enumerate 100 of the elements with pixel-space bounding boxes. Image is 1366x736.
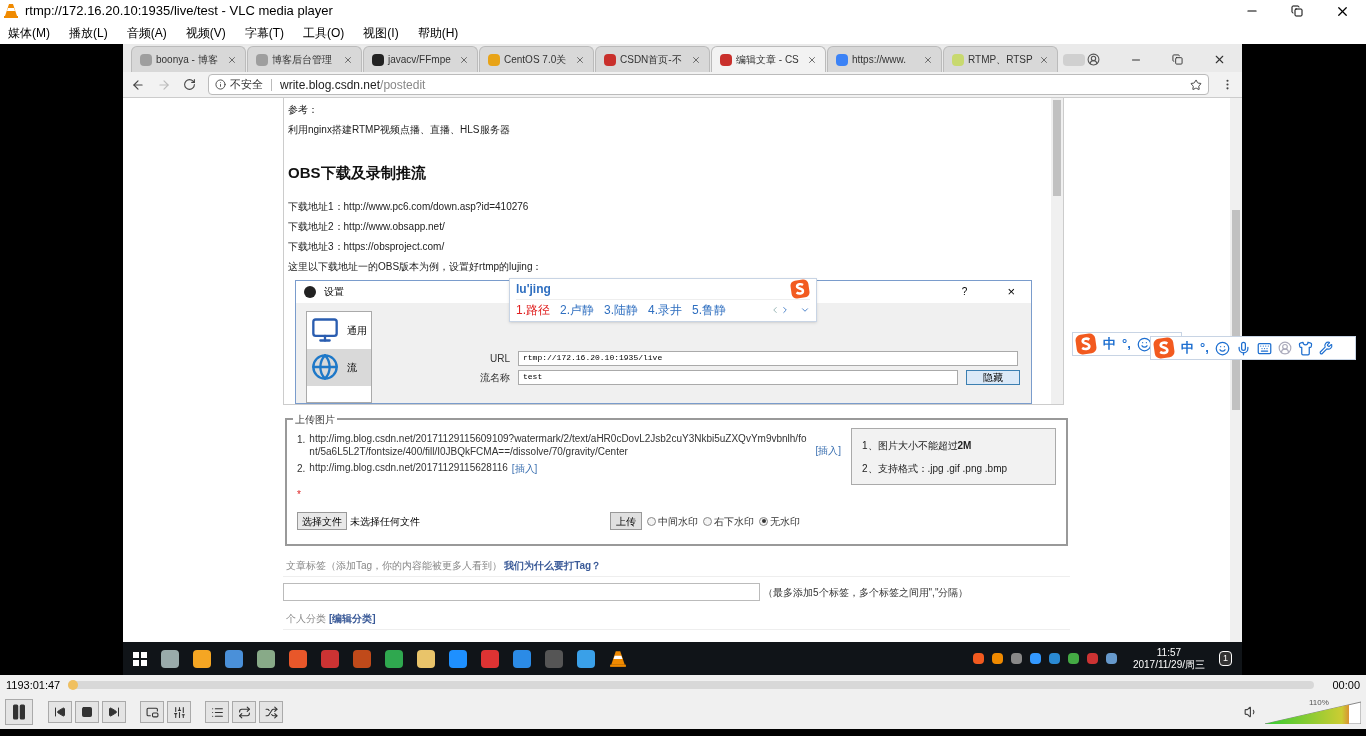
scrollbar[interactable]: [1230, 98, 1242, 642]
menu-item[interactable]: 播放(L): [69, 24, 108, 42]
tray-icon[interactable]: [972, 653, 984, 664]
ime-candidate[interactable]: 1.路径: [516, 300, 550, 319]
emoji-icon[interactable]: [1214, 340, 1230, 356]
insert-link[interactable]: [插入]: [815, 443, 841, 458]
pause-button[interactable]: [5, 699, 33, 725]
tray-icon[interactable]: [1010, 653, 1022, 664]
traffic-cone-icon: [3, 3, 19, 19]
paragraph: 下载地址3：https://obsproject.com/: [288, 239, 445, 254]
settings-section[interactable]: 流: [307, 348, 371, 386]
menu-item[interactable]: 字幕(T): [244, 24, 284, 42]
language-indicator[interactable]: 中: [1103, 334, 1116, 354]
ime-candidate[interactable]: 4.录井: [648, 300, 683, 319]
bookmark-star-icon[interactable]: [1190, 78, 1202, 91]
menu-item[interactable]: 帮助(H): [417, 24, 459, 42]
app-icon[interactable]: [161, 649, 179, 668]
tags-label: 文章标签（添加Tag，你的内容能被更多人看到）: [286, 559, 503, 573]
tags-help-link[interactable]: 我们为什么要打Tag？: [504, 558, 602, 573]
tags-input[interactable]: [283, 583, 760, 601]
browser-tab[interactable]: CSDN首页-不: [595, 46, 710, 72]
text-field[interactable]: test: [518, 369, 958, 385]
back-icon[interactable]: [131, 77, 145, 92]
loop-button[interactable]: [232, 701, 256, 723]
punctuation-indicator[interactable]: °,: [1200, 338, 1209, 358]
menu-item[interactable]: 视图(I): [363, 24, 399, 42]
paragraph: 这里以下载地址一的OBS版本为例，设置好rtmp的lujing：: [288, 259, 543, 274]
browser-tab[interactable]: RTMP、RTSP: [943, 46, 1058, 72]
browser-tab[interactable]: javacv/FFmpe: [363, 46, 478, 72]
profile-icon[interactable]: [1087, 53, 1100, 66]
app-icon[interactable]: [257, 649, 275, 668]
stop-button[interactable]: [75, 701, 99, 723]
shirt-icon[interactable]: [1297, 340, 1313, 356]
close-button[interactable]: ×: [1007, 281, 1015, 302]
browser-tab[interactable]: boonya - 博客: [131, 46, 246, 72]
app-icon[interactable]: [225, 649, 243, 668]
language-indicator[interactable]: 中: [1181, 338, 1194, 358]
edit-category-link[interactable]: [编辑分类]: [329, 611, 376, 626]
browser-tab[interactable]: CentOS 7.0关: [479, 46, 594, 72]
watermark-radio[interactable]: 中间水印: [647, 513, 698, 529]
text-field[interactable]: rtmp://172.16.20.10:1935/live: [518, 350, 1018, 366]
menu-item[interactable]: 视频(V): [185, 24, 226, 42]
app-icon[interactable]: [513, 649, 531, 668]
insert-link[interactable]: [插入]: [511, 461, 538, 476]
required-mark: *: [297, 488, 301, 502]
tray-icon[interactable]: [991, 653, 1003, 664]
hide-button[interactable]: 隐藏: [966, 369, 1020, 385]
watermark-radio[interactable]: 右下水印: [703, 513, 754, 529]
ime-candidate[interactable]: 2.卢静: [560, 300, 595, 319]
app-icon[interactable]: [417, 649, 435, 668]
browser-tab[interactable]: 博客后台管理: [247, 46, 362, 72]
keyboard-icon[interactable]: [1256, 340, 1272, 356]
seek-handle[interactable]: [68, 680, 79, 690]
next-page-icon[interactable]: [780, 304, 790, 315]
paragraph: 参考：: [288, 103, 318, 117]
close-icon[interactable]: [1213, 53, 1226, 66]
reload-icon[interactable]: [183, 78, 196, 91]
restore-icon[interactable]: [1291, 5, 1303, 17]
volume-reading: 110%: [1309, 697, 1329, 709]
app-icon[interactable]: [289, 649, 307, 668]
help-button[interactable]: ?: [961, 284, 968, 299]
menu-item[interactable]: 媒体(M): [8, 24, 50, 42]
tray-icon[interactable]: [1105, 653, 1117, 664]
tray-icon[interactable]: [1048, 653, 1060, 664]
ime-candidate[interactable]: 3.陆静: [604, 300, 639, 319]
ime-candidate[interactable]: 5.鲁静: [692, 300, 727, 319]
watermark-radio[interactable]: 无水印: [759, 513, 800, 529]
scrollbar[interactable]: [1051, 98, 1063, 404]
choose-file-button[interactable]: 选择文件: [297, 512, 347, 530]
next-button[interactable]: [102, 701, 126, 723]
punctuation-indicator[interactable]: °,: [1122, 334, 1131, 354]
app-icon[interactable]: [385, 649, 403, 668]
tray-icon[interactable]: [1029, 653, 1041, 664]
app-icon[interactable]: [577, 649, 595, 668]
shuffle-button[interactable]: [259, 701, 283, 723]
fullscreen-button[interactable]: [140, 701, 164, 723]
app-icon[interactable]: [449, 649, 467, 668]
extended-settings-button[interactable]: [167, 701, 191, 723]
app-icon[interactable]: [193, 649, 211, 668]
microphone-icon[interactable]: [1235, 340, 1251, 356]
restore-icon[interactable]: [1172, 54, 1183, 65]
browser-tab[interactable]: https://www.: [827, 46, 942, 72]
notification-badge[interactable]: 1: [1219, 650, 1232, 667]
previous-button[interactable]: [48, 701, 72, 723]
wrench-icon[interactable]: [1318, 341, 1333, 355]
playlist-button[interactable]: [205, 701, 229, 723]
tray-icon[interactable]: [1086, 653, 1098, 664]
address-bar[interactable]: 不安全 write.blog.csdn.net/postedit: [208, 74, 1209, 95]
emoji-icon[interactable]: [1136, 336, 1152, 352]
tags-hint: （最多添加5个标签，多个标签之间用","分隔）: [763, 585, 969, 600]
upload-button[interactable]: 上传: [610, 512, 642, 530]
start-icon[interactable]: [133, 651, 147, 666]
note-text: 1、图片大小不能超过2M: [862, 438, 973, 453]
menu-item[interactable]: 音频(A): [126, 24, 167, 42]
tray-icon[interactable]: [1067, 653, 1079, 664]
pause-icon: [10, 703, 28, 721]
volume-slider[interactable]: 110%: [1265, 700, 1361, 724]
window-icon: [145, 705, 159, 719]
browser-tab[interactable]: 编辑文章 - CS: [711, 46, 826, 72]
menu-item[interactable]: 工具(O): [303, 24, 345, 42]
